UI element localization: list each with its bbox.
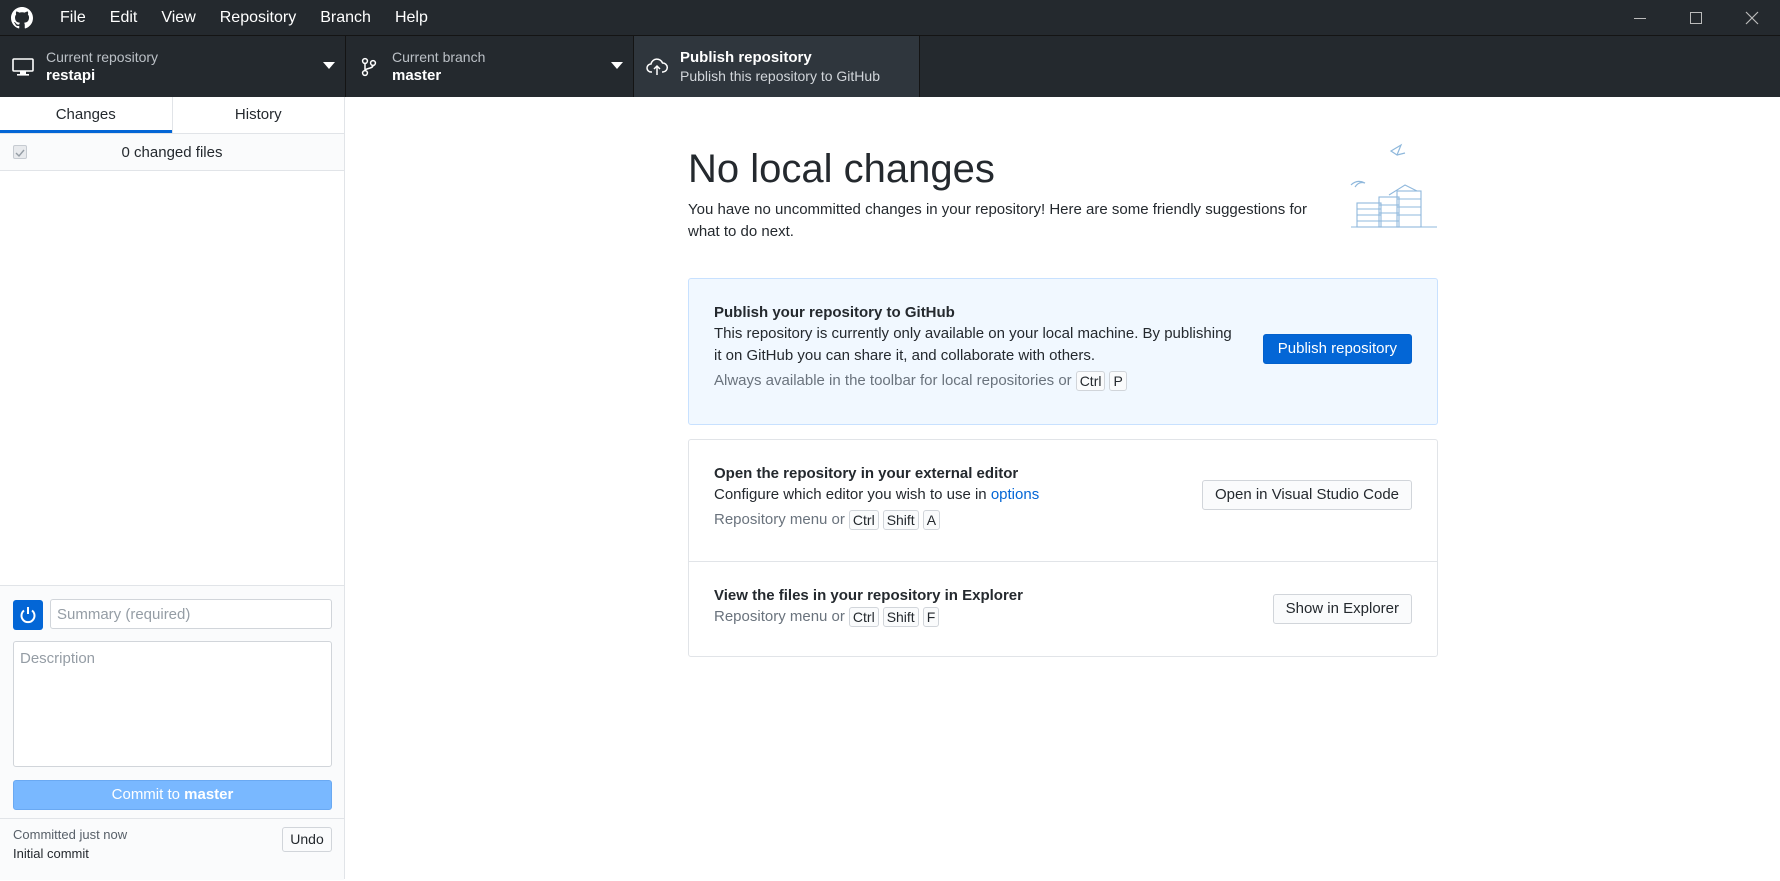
page-subtitle: You have no uncommitted changes in your … [688,201,1307,240]
explorer-card-hint-text: Repository menu or [714,608,845,625]
publish-repository-title: Publish repository [680,49,812,66]
changes-header: 0 changed files [0,134,344,171]
tab-changes[interactable]: Changes [0,97,172,133]
commit-button-branch: master [184,786,234,803]
menu-repository[interactable]: Repository [208,0,308,35]
menu-help[interactable]: Help [383,0,440,35]
current-repository-dropdown[interactable]: Current repository restapi [0,36,346,97]
caret-down-icon [611,62,623,69]
editor-card-hint-text: Repository menu or [714,511,845,528]
caret-down-icon [323,62,335,69]
publish-card: Publish your repository to GitHub This r… [688,278,1438,425]
empty-state-illustration [1345,141,1445,235]
kbd-a: A [922,510,941,530]
kbd-ctrl: Ctrl [1075,371,1106,391]
open-in-editor-row: Open the repository in your external edi… [689,440,1437,562]
commit-description-input[interactable] [13,641,332,767]
window-controls [1612,0,1780,35]
menu-file[interactable]: File [48,0,98,35]
minimize-button[interactable] [1612,0,1668,35]
git-branch-icon [358,56,380,78]
commit-message: Initial commit [13,846,89,861]
open-in-vscode-button[interactable]: Open in Visual Studio Code [1201,480,1412,510]
select-all-checkbox[interactable] [13,145,27,159]
kbd-f: F [922,607,940,627]
options-link[interactable]: options [991,486,1039,503]
publish-card-title: Publish your repository to GitHub [714,304,955,321]
actions-card: Open the repository in your external edi… [688,439,1438,657]
editor-card-hint: Repository menu or Ctrl Shift A [714,509,1412,531]
close-icon [1745,11,1759,24]
close-button[interactable] [1724,0,1780,35]
desktop-icon [12,56,34,78]
menu-edit[interactable]: Edit [98,0,150,35]
commit-button-prefix: Commit to [111,786,180,803]
publish-repository-description: Publish this repository to GitHub [680,68,880,84]
show-in-explorer-button[interactable]: Show in Explorer [1272,594,1412,624]
maximize-button[interactable] [1668,0,1724,35]
commit-summary-input[interactable] [50,599,332,629]
editor-card-body-text: Configure which editor you wish to use i… [714,486,987,503]
publish-card-hint-text: Always available in the toolbar for loca… [714,372,1072,389]
commit-button[interactable]: Commit to master [13,780,332,810]
avatar [13,600,43,630]
kbd-ctrl: Ctrl [848,510,879,530]
cloud-upload-icon [646,56,668,78]
kbd-ctrl: Ctrl [848,607,879,627]
check-icon [15,149,25,158]
maximize-icon [1690,11,1702,24]
main-content: No local changes You have no uncommitted… [345,97,1780,879]
title-bar: File Edit View Repository Branch Help [0,0,1780,35]
page-title: No local changes [688,147,995,191]
commit-time: Committed just now [13,827,128,842]
tab-history[interactable]: History [171,97,345,133]
sidebar: Changes History 0 changed files Commit t… [0,97,345,880]
show-in-explorer-row: View the files in your repository in Exp… [689,562,1437,656]
sidebar-tabs: Changes History [0,97,344,134]
github-logo-icon [10,6,34,30]
current-repository-label: Current repository [46,49,159,65]
current-repository-name: restapi [46,67,96,84]
undo-commit-row: Committed just now Initial commit Undo [0,818,344,881]
power-icon [20,607,36,624]
toolbar: Current repository restapi Current branc… [0,35,1780,97]
menu-branch[interactable]: Branch [308,0,383,35]
no-changes-header: No local changes You have no uncommitted… [688,145,1438,243]
current-branch-dropdown[interactable]: Current branch master [346,36,634,97]
minimize-icon [1634,17,1646,19]
publish-card-body: This repository is currently only availa… [714,325,1232,364]
undo-button[interactable]: Undo [282,827,332,852]
current-branch-name: master [392,67,442,84]
kbd-p: P [1109,371,1127,391]
kbd-shift: Shift [882,510,919,530]
publish-card-hint: Always available in the toolbar for loca… [714,370,1412,392]
commit-area: Commit to master Committed just now Init… [0,585,344,880]
menu-view[interactable]: View [149,0,207,35]
current-branch-label: Current branch [392,49,486,65]
changed-files-count: 0 changed files [121,143,223,161]
publish-repository-button[interactable]: Publish repository [1262,334,1412,364]
publish-repository-toolbar-button[interactable]: Publish repository Publish this reposito… [634,36,920,97]
kbd-shift: Shift [882,607,919,627]
